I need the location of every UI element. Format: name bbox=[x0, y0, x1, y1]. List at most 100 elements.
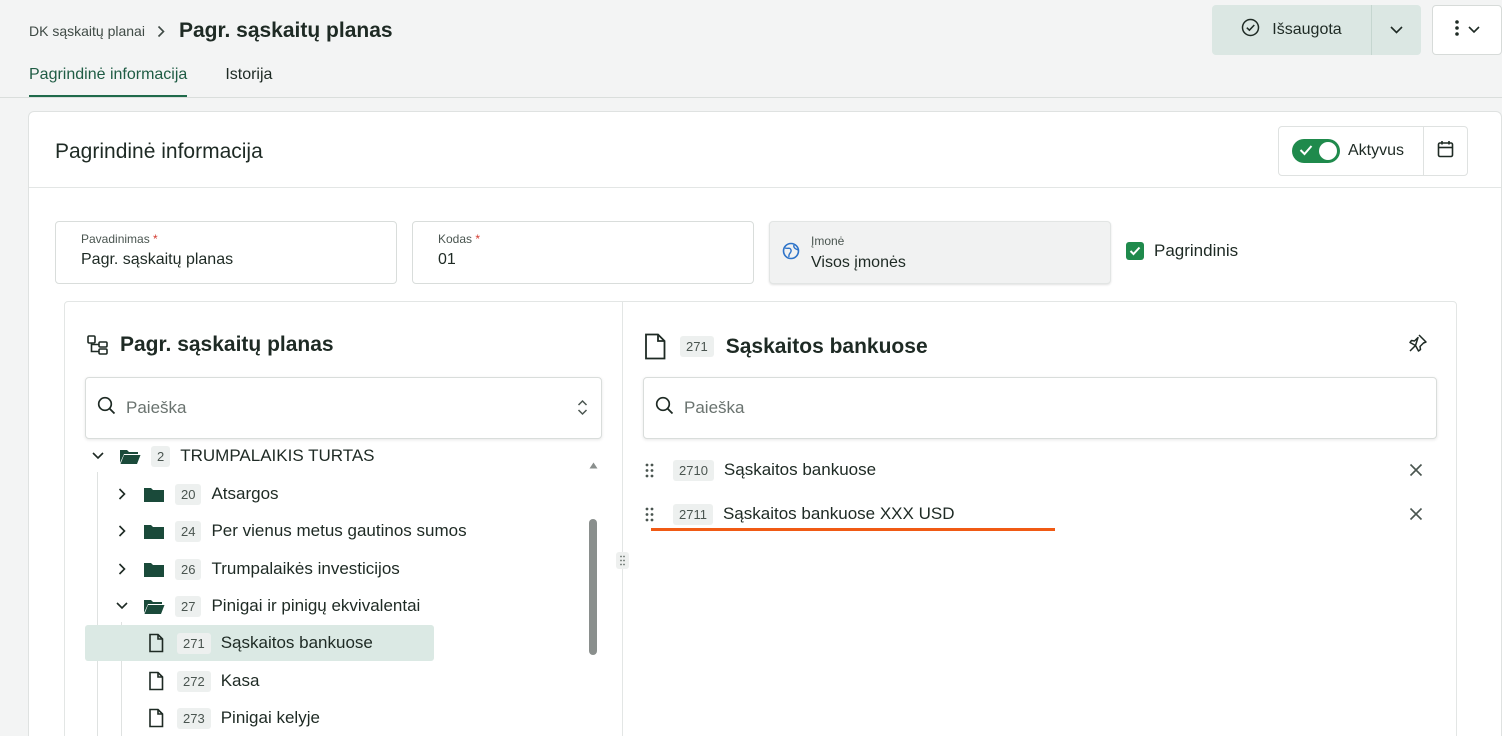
tree-item-27[interactable]: 27 Pinigai ir pinigų ekvivalentai bbox=[115, 588, 420, 624]
chevron-down-icon bbox=[1390, 21, 1403, 39]
calendar-icon bbox=[1437, 140, 1454, 163]
name-field[interactable]: Pavadinimas * Pagr. sąskaitų planas bbox=[55, 221, 397, 284]
tab-main-info[interactable]: Pagrindinė informacija bbox=[29, 66, 188, 98]
tree-item-code: 271 bbox=[177, 632, 211, 654]
tabs-divider bbox=[0, 97, 1502, 98]
card-divider bbox=[29, 187, 1501, 188]
sort-updown-icon[interactable] bbox=[577, 399, 588, 421]
page-title: Pagr. sąskaitų planas bbox=[178, 19, 393, 42]
code-field-value: 01 bbox=[438, 251, 456, 268]
card-title: Pagrindinė informacija bbox=[55, 140, 263, 163]
pin-icon[interactable] bbox=[1408, 333, 1428, 358]
left-panel-title: Pagr. sąskaitų planas bbox=[86, 333, 334, 357]
tree-search-input[interactable]: Paieška bbox=[85, 377, 602, 439]
tree-item-271[interactable]: 271 Sąskaitos bankuose bbox=[85, 625, 434, 661]
tree-item-label: Pinigai kelyje bbox=[220, 708, 320, 727]
tree-item-label: Per vienus metus gautinos sumos bbox=[211, 521, 467, 540]
drag-handle-icon[interactable] bbox=[643, 507, 655, 522]
account-row-2711[interactable]: 2711 Sąskaitos bankuose XXX USD bbox=[643, 496, 1423, 532]
tree-item-26[interactable]: 26 Trumpalaikės investicijos bbox=[115, 551, 400, 587]
tree-scrollbar[interactable] bbox=[587, 453, 599, 736]
search-icon bbox=[97, 396, 116, 420]
account-code: 2710 bbox=[673, 459, 714, 481]
tree-item-label: Pinigai ir pinigų ekvivalentai bbox=[211, 596, 421, 615]
scroll-up-arrow-icon[interactable] bbox=[589, 456, 598, 474]
tree-item-20[interactable]: 20 Atsargos bbox=[115, 476, 279, 512]
folder-open-icon bbox=[143, 598, 165, 615]
tree-item-code: 27 bbox=[175, 595, 202, 617]
search-placeholder: Paieška bbox=[684, 398, 745, 417]
breadcrumb-parent-link[interactable]: DK sąskaitų planai bbox=[29, 23, 145, 39]
toggle-knob bbox=[1319, 142, 1337, 160]
annotation-underline bbox=[651, 528, 1055, 531]
company-field-value: Visos įmonės bbox=[811, 254, 906, 271]
tree-item-2[interactable]: 2 TRUMPALAIKIS TURTAS bbox=[91, 438, 375, 474]
main-info-card: Pagrindinė informacija Aktyvus Pavadinim… bbox=[28, 111, 1502, 736]
tree-item-code: 20 bbox=[175, 483, 202, 505]
name-field-label: Pavadinimas * bbox=[81, 232, 158, 246]
save-button[interactable]: Išsaugota bbox=[1212, 5, 1372, 55]
chevron-right-icon[interactable] bbox=[115, 525, 129, 537]
chevron-down-icon bbox=[1467, 21, 1480, 39]
account-label: Sąskaitos bankuose XXX USD bbox=[722, 504, 955, 523]
search-icon bbox=[655, 396, 674, 420]
primary-checkbox-row: Pagrindinis bbox=[1126, 241, 1238, 261]
folder-icon bbox=[143, 486, 165, 503]
drag-handle-icon[interactable] bbox=[643, 463, 655, 478]
split-panels: Pagr. sąskaitų planas Paieška 2 TRUMPALA… bbox=[64, 301, 1457, 736]
account-code: 2711 bbox=[673, 503, 713, 525]
tree-item-273[interactable]: 273 Pinigai kelyje bbox=[145, 700, 320, 736]
tree-item-code: 26 bbox=[175, 558, 202, 580]
right-panel-code: 271 bbox=[680, 336, 714, 357]
active-toggle[interactable] bbox=[1292, 139, 1340, 163]
active-control: Aktyvus bbox=[1278, 126, 1468, 176]
calendar-button[interactable] bbox=[1424, 127, 1467, 175]
company-field-label: Įmonė bbox=[811, 234, 845, 248]
document-icon bbox=[145, 633, 167, 653]
tree-guide-line bbox=[97, 472, 98, 736]
right-panel-title: 271 Sąskaitos bankuose bbox=[644, 333, 928, 360]
folder-open-icon bbox=[119, 448, 141, 465]
check-icon bbox=[1129, 246, 1141, 256]
chevron-down-icon[interactable] bbox=[91, 452, 105, 460]
document-icon bbox=[145, 671, 167, 691]
name-field-value: Pagr. sąskaitų planas bbox=[81, 251, 234, 268]
check-circle-icon bbox=[1241, 18, 1260, 42]
check-icon bbox=[1299, 145, 1313, 156]
chevron-right-icon[interactable] bbox=[115, 563, 129, 575]
company-field[interactable]: Įmonė Visos įmonės bbox=[769, 221, 1111, 284]
tree-item-272[interactable]: 272 Kasa bbox=[145, 663, 259, 699]
code-field-label: Kodas * bbox=[438, 232, 481, 246]
chevron-right-icon[interactable] bbox=[115, 488, 129, 500]
remove-icon[interactable] bbox=[1409, 506, 1423, 526]
tree-item-label: TRUMPALAIKIS TURTAS bbox=[180, 446, 375, 465]
save-options-dropdown[interactable] bbox=[1372, 5, 1421, 55]
code-field[interactable]: Kodas * 01 bbox=[412, 221, 754, 284]
folder-icon bbox=[143, 523, 165, 540]
tree-item-code: 24 bbox=[175, 520, 202, 542]
primary-checkbox[interactable] bbox=[1126, 242, 1144, 260]
accounts-search-input[interactable]: Paieška bbox=[643, 377, 1437, 439]
tree-item-label: Sąskaitos bankuose bbox=[220, 633, 373, 652]
tab-history[interactable]: Istorija bbox=[225, 66, 272, 98]
tree-item-code: 272 bbox=[177, 670, 211, 692]
right-panel: 271 Sąskaitos bankuose Paieška 2710 Sąsk… bbox=[623, 302, 1458, 736]
more-actions-button[interactable] bbox=[1432, 5, 1502, 55]
tree-item-24[interactable]: 24 Per vienus metus gautinos sumos bbox=[115, 513, 467, 549]
tab-bar: Pagrindinė informacija Istorija bbox=[29, 66, 272, 98]
tree-item-label: Trumpalaikės investicijos bbox=[211, 559, 400, 578]
globe-icon bbox=[782, 242, 800, 265]
tree-item-label: Kasa bbox=[220, 671, 260, 690]
active-toggle-area: Aktyvus bbox=[1279, 127, 1424, 175]
account-row-2710[interactable]: 2710 Sąskaitos bankuose bbox=[643, 452, 1423, 488]
save-button-label: Išsaugota bbox=[1272, 21, 1342, 38]
tree-item-code: 273 bbox=[177, 707, 211, 729]
folder-icon bbox=[143, 561, 165, 578]
tree-item-code: 2 bbox=[151, 445, 171, 467]
primary-checkbox-label: Pagrindinis bbox=[1154, 241, 1239, 260]
chevron-down-icon[interactable] bbox=[115, 602, 129, 610]
document-icon bbox=[644, 333, 666, 360]
scroll-thumb[interactable] bbox=[589, 519, 597, 655]
document-icon bbox=[145, 708, 167, 728]
remove-icon[interactable] bbox=[1409, 462, 1423, 482]
